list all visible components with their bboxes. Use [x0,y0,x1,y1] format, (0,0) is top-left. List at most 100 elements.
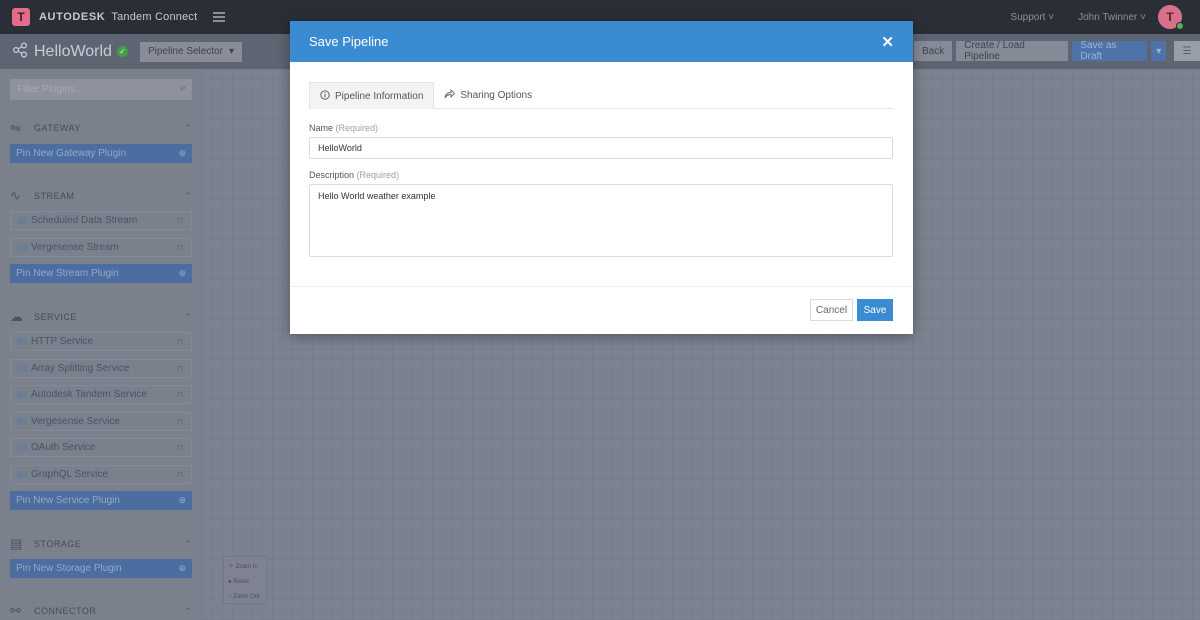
section-storage[interactable]: ▤ STORAGE ⌃ [10,534,192,554]
chevron-up-icon[interactable]: ⌃ [184,123,192,134]
plugin-icon [17,365,27,372]
caret-down-icon: ▾ [229,46,235,57]
reset-zoom-control[interactable]: ● Reset [228,579,262,585]
plugin-item[interactable]: Array Splitting Service ⊓ [10,359,192,378]
plugin-icon [17,418,27,425]
zoom-in-control[interactable]: ＋ Zoom In [228,561,262,570]
pin-icon[interactable]: ⊓ [177,470,183,479]
save-as-draft-button[interactable]: Save as Draft [1072,40,1148,62]
tab-sharing-options[interactable]: Sharing Options [434,82,542,109]
pin-icon[interactable]: ⊓ [177,364,183,373]
list-view-icon[interactable]: ☰ [1174,41,1200,61]
support-menu[interactable]: Support ˅ [1010,12,1054,23]
plugin-label: Vergesense Service [31,416,120,427]
pin-icon[interactable]: ⊓ [177,390,183,399]
plugin-item[interactable]: Scheduled Data Stream ⊓ [10,211,192,230]
zoom-controls: ＋ Zoom In ● Reset − Zoom Out [223,556,267,604]
plugin-item[interactable]: Autodesk Tandem Service ⊓ [10,385,192,404]
pin-icon[interactable]: ⊓ [177,443,183,452]
plugin-item[interactable]: Vergesense Service ⊓ [10,412,192,431]
pipeline-name-input[interactable] [309,137,893,159]
save-button[interactable]: Save [857,299,893,321]
pipeline-name: HelloWorld [34,42,112,60]
pin-icon[interactable]: ⊓ [177,417,183,426]
modal-tabs: Pipeline Information Sharing Options [309,82,893,109]
pipeline-description-textarea[interactable]: Hello World weather example [309,184,893,257]
chevron-up-icon[interactable]: ⌃ [184,191,192,202]
plugin-icon [17,444,27,451]
tab-pipeline-information[interactable]: Pipeline Information [309,82,435,109]
online-status-dot [1176,22,1184,30]
section-title: STORAGE [34,539,82,549]
pipeline-share-icon [12,42,28,61]
plugin-label: Vergesense Stream [31,242,119,253]
section-title: SERVICE [34,312,77,322]
plus-circle-icon: ⊕ [178,563,186,573]
pipeline-selector-label: Pipeline Selector [147,46,223,57]
pin-new-service-plugin-button[interactable]: Pin New Service Plugin ⊕ [10,491,192,510]
cancel-button[interactable]: Cancel [810,299,853,321]
zoom-in-label: Zoom In [235,564,258,570]
chevron-up-icon[interactable]: ⌃ [184,312,192,323]
plugin-label: Autodesk Tandem Service [31,389,147,400]
chevron-up-icon[interactable]: ⌃ [184,539,192,550]
close-icon[interactable]: ✕ [881,33,894,51]
filter-placeholder: Filter Plugins... [17,84,84,95]
pin-button-label: Pin New Storage Plugin [16,563,122,574]
modal-title: Save Pipeline [309,34,389,49]
modal-header: Save Pipeline ✕ [290,21,913,62]
storage-icon: ▤ [10,536,23,551]
section-connector[interactable]: ⚯ CONNECTOR ⌃ [10,601,192,620]
link-icon: ⚯ [10,603,22,618]
check-icon: ✓ [116,46,128,57]
plugin-icon [17,391,27,398]
zoom-out-label: Zoom Out [233,594,260,600]
info-icon [320,89,330,103]
section-gateway[interactable]: ⇋ GATEWAY ⌃ [10,118,192,138]
waveform-icon: ∿ [10,188,22,203]
avatar[interactable]: T [1158,5,1184,30]
hamburger-menu-icon[interactable] [213,12,226,22]
brand-product: Tandem Connect [111,11,198,23]
pin-button-label: Pin New Gateway Plugin [16,148,127,159]
pin-icon[interactable]: ⊓ [177,337,183,346]
description-field-label: Description (Required) [309,170,399,180]
plugin-label: Scheduled Data Stream [31,215,138,226]
user-menu[interactable]: John Twinner ˅ [1078,12,1146,23]
pin-new-gateway-plugin-button[interactable]: Pin New Gateway Plugin ⊕ [10,144,192,163]
gateway-icon: ⇋ [10,120,22,135]
plugin-sidebar: Filter Plugins... ⌕ ⇋ GATEWAY ⌃ Pin New … [0,69,202,620]
pin-button-label: Pin New Service Plugin [16,495,120,506]
name-field-label: Name (Required) [309,123,378,133]
tab-label: Pipeline Information [335,90,424,102]
brand-name: AUTODESK Tandem Connect [39,11,197,23]
section-service[interactable]: ☁ SERVICE ⌃ [10,307,192,327]
plugin-item[interactable]: OAuth Service ⊓ [10,438,192,457]
save-options-caret-icon[interactable]: ▾ [1151,41,1167,61]
pin-icon[interactable]: ⊓ [177,243,183,252]
plus-circle-icon: ⊕ [178,268,186,278]
back-button[interactable]: Back [914,41,953,61]
pipeline-selector-dropdown[interactable]: Pipeline Selector ▾ [139,41,243,62]
chevron-up-icon[interactable]: ⌃ [184,606,192,617]
plugin-item[interactable]: HTTP Service ⊓ [10,332,192,351]
plugin-item[interactable]: Vergesense Stream ⊓ [10,238,192,257]
required-hint: (Required) [356,170,400,180]
plugin-label: Array Splitting Service [31,363,130,374]
description-label-text: Description [309,170,355,180]
section-title: CONNECTOR [34,606,97,616]
pin-icon[interactable]: ⊓ [177,216,183,225]
plugin-item[interactable]: GraphQL Service ⊓ [10,465,192,484]
pin-new-storage-plugin-button[interactable]: Pin New Storage Plugin ⊕ [10,559,192,578]
save-pipeline-modal: Save Pipeline ✕ Pipeline Information Sha… [290,21,913,334]
plus-circle-icon: ⊕ [178,495,186,505]
pin-button-label: Pin New Stream Plugin [16,268,119,279]
zoom-out-control[interactable]: − Zoom Out [228,594,262,600]
filter-plugins-input[interactable]: Filter Plugins... ⌕ [10,79,192,100]
create-load-pipeline-button[interactable]: Create / Load Pipeline [956,40,1069,62]
brand-bold: AUTODESK [39,11,106,23]
section-stream[interactable]: ∿ STREAM ⌃ [10,186,192,206]
app-logo: T [12,8,30,26]
pin-new-stream-plugin-button[interactable]: Pin New Stream Plugin ⊕ [10,264,192,283]
plugin-icon [17,471,27,478]
